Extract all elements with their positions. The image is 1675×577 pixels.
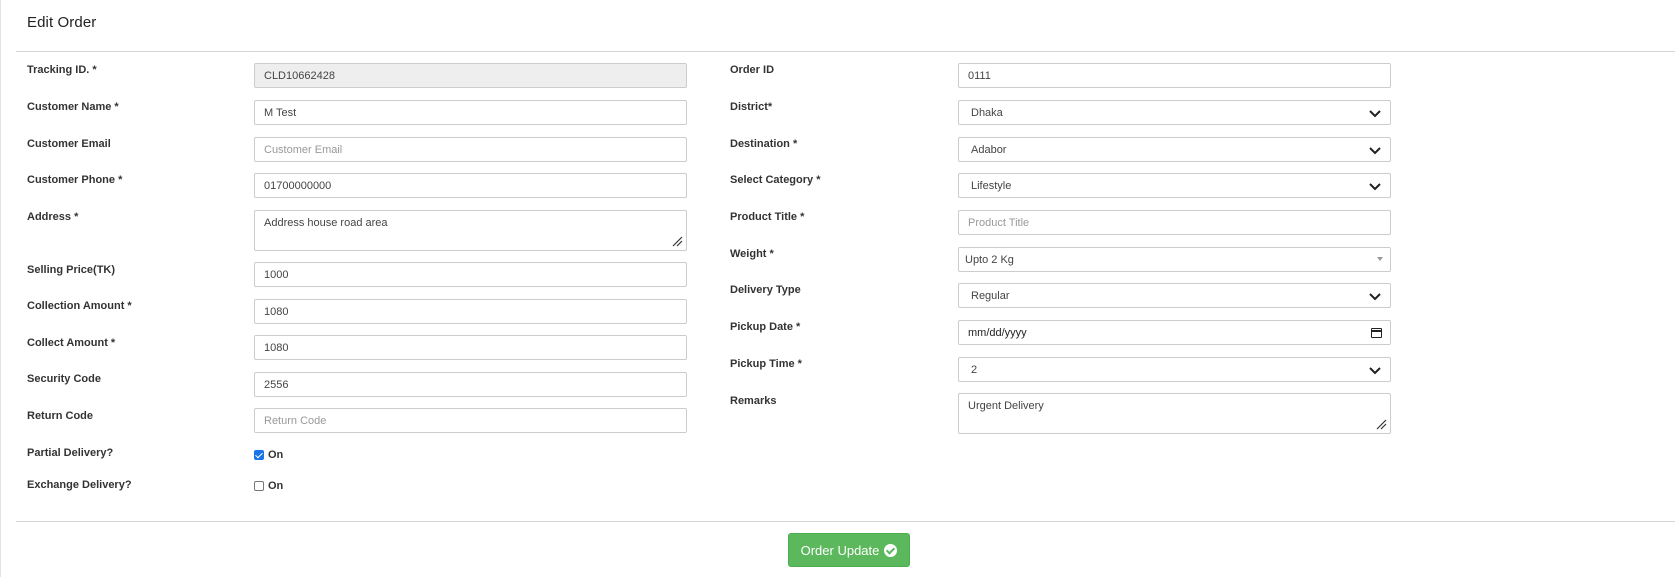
- order-update-label: Order Update: [800, 542, 880, 558]
- resize-grip-icon[interactable]: [671, 235, 683, 247]
- check-circle-icon: [884, 543, 898, 557]
- customer-phone-input[interactable]: [254, 173, 687, 198]
- pickup-date-value: mm/dd/yyyy: [968, 326, 1027, 339]
- collection-amount-label: Collection Amount *: [27, 300, 132, 312]
- destination-select[interactable]: Adabor: [958, 137, 1391, 162]
- customer-email-input[interactable]: [254, 137, 687, 162]
- district-label: District*: [730, 101, 773, 113]
- destination-selected: Adabor: [971, 143, 1007, 156]
- customer-name-label: Customer Name *: [27, 101, 119, 113]
- destination-label: Destination *: [730, 138, 798, 150]
- order-id-input[interactable]: [958, 63, 1391, 88]
- page-left-border: [0, 0, 1, 577]
- tracking-id-label: Tracking ID. *: [27, 64, 97, 76]
- security-code-input[interactable]: [254, 372, 687, 397]
- address-label: Address *: [27, 211, 79, 223]
- pickup-time-label: Pickup Time *: [730, 358, 802, 370]
- chevron-down-icon: [1369, 147, 1381, 155]
- return-code-input[interactable]: [254, 408, 687, 433]
- category-label: Select Category *: [730, 174, 821, 186]
- partial-delivery-checkbox[interactable]: [254, 450, 264, 460]
- chevron-down-icon: [1369, 110, 1381, 118]
- delivery-type-selected: Regular: [971, 289, 1010, 302]
- footer-divider: [16, 521, 1675, 522]
- weight-select[interactable]: Upto 2 Kg: [958, 247, 1391, 272]
- pickup-time-select[interactable]: 2: [958, 357, 1391, 382]
- page-title: Edit Order: [27, 14, 97, 31]
- exchange-delivery-option: On: [268, 480, 284, 492]
- partial-delivery-label: Partial Delivery?: [27, 447, 114, 459]
- chevron-down-icon: [1369, 367, 1381, 375]
- caret-down-icon: [1377, 257, 1383, 261]
- order-id-label: Order ID: [730, 64, 775, 76]
- tracking-id-field: CLD10662428: [254, 63, 687, 88]
- exchange-delivery-label: Exchange Delivery?: [27, 479, 132, 491]
- customer-name-input[interactable]: [254, 100, 687, 125]
- collect-amount-input[interactable]: [254, 335, 687, 360]
- category-select[interactable]: Lifestyle: [958, 173, 1391, 198]
- resize-grip-icon[interactable]: [1375, 418, 1387, 430]
- calendar-icon[interactable]: [1371, 328, 1382, 338]
- remarks-label: Remarks: [730, 395, 777, 407]
- customer-phone-label: Customer Phone *: [27, 174, 123, 186]
- address-textarea[interactable]: Address house road area: [254, 210, 687, 251]
- selling-price-input[interactable]: [254, 262, 687, 287]
- address-text: Address house road area: [264, 217, 388, 229]
- pickup-date-input[interactable]: mm/dd/yyyy: [958, 320, 1391, 345]
- category-selected: Lifestyle: [971, 179, 1012, 192]
- return-code-label: Return Code: [27, 410, 93, 422]
- delivery-type-label: Delivery Type: [730, 284, 801, 296]
- chevron-down-icon: [1369, 183, 1381, 191]
- district-select[interactable]: Dhaka: [958, 100, 1391, 125]
- weight-label: Weight *: [730, 248, 774, 260]
- product-title-label: Product Title *: [730, 211, 805, 223]
- pickup-time-selected: 2: [971, 363, 978, 376]
- product-title-input[interactable]: [958, 210, 1391, 235]
- chevron-down-icon: [1369, 293, 1381, 301]
- remarks-textarea[interactable]: Urgent Delivery: [958, 393, 1391, 434]
- district-selected: Dhaka: [971, 106, 1003, 119]
- partial-delivery-option: On: [268, 449, 284, 461]
- collect-amount-label: Collect Amount *: [27, 337, 116, 349]
- customer-email-label: Customer Email: [27, 138, 111, 150]
- partial-delivery-toggle[interactable]: On: [254, 449, 283, 461]
- header-divider: [16, 51, 1675, 52]
- weight-selected: Upto 2 Kg: [965, 253, 1014, 266]
- delivery-type-select[interactable]: Regular: [958, 283, 1391, 308]
- pickup-date-label: Pickup Date *: [730, 321, 801, 333]
- selling-price-label: Selling Price(TK): [27, 264, 116, 276]
- exchange-delivery-checkbox[interactable]: [254, 481, 264, 491]
- security-code-label: Security Code: [27, 373, 101, 385]
- order-update-button[interactable]: Order Update: [788, 533, 910, 567]
- remarks-text: Urgent Delivery: [968, 400, 1044, 412]
- exchange-delivery-toggle[interactable]: On: [254, 480, 283, 492]
- collection-amount-input[interactable]: [254, 299, 687, 324]
